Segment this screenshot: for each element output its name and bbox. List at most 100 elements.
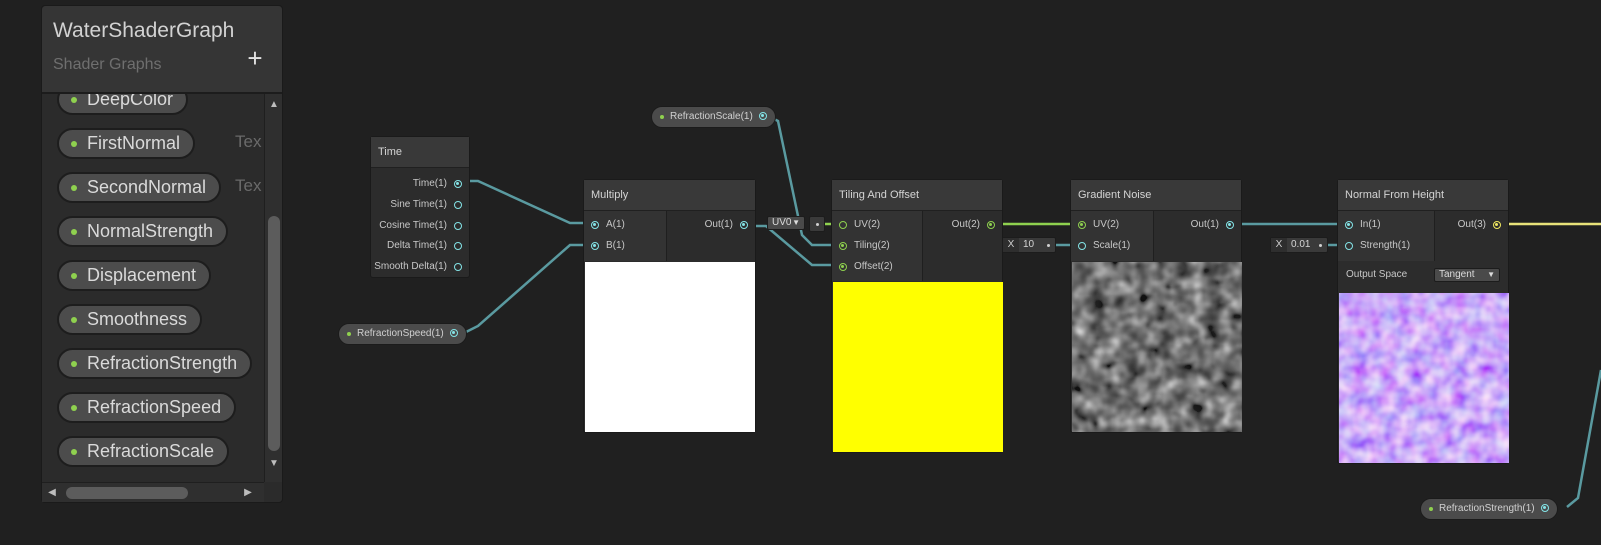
scale-input-field[interactable]: X 10 [1002, 237, 1056, 253]
output-port-icon[interactable] [740, 221, 748, 229]
input-port-icon[interactable] [1345, 242, 1353, 250]
uv-channel-value: UV0 [772, 217, 792, 228]
output-port-icon[interactable] [454, 263, 462, 271]
input-port-icon[interactable] [1078, 221, 1086, 229]
node-tiling-and-offset[interactable]: Tiling And Offset UV(2) Tiling(2) Offset… [831, 179, 1003, 453]
property-type: Tex [235, 132, 262, 151]
vertical-scrollbar[interactable]: ▲ ▼ [264, 94, 282, 482]
output-port-icon[interactable] [454, 242, 462, 250]
port-dot-icon [1317, 242, 1323, 248]
node-preview [1339, 293, 1509, 463]
node-preview [585, 262, 755, 432]
node-gradient-noise[interactable]: Gradient Noise UV(2) Scale(1) Out(1) [1070, 179, 1242, 433]
node-title: Tiling And Offset [832, 180, 1002, 211]
horizontal-scrollbar[interactable]: ◀ ▶ [42, 482, 264, 502]
blackboard-title: WaterShaderGraph [53, 19, 235, 42]
output-port-icon[interactable] [758, 112, 767, 120]
wire-strength-to-master [1566, 369, 1601, 508]
output-port-icon[interactable] [454, 201, 462, 209]
graph-property-refraction-speed[interactable]: RefractionSpeed(1) [338, 323, 467, 345]
property-refraction-strength[interactable]: RefractionStrength [57, 348, 253, 379]
graph-property-refraction-scale[interactable]: RefractionScale(1) [651, 106, 776, 128]
port-label: UV(2) [854, 219, 881, 230]
output-port-icon[interactable] [1226, 221, 1234, 229]
output-space-dropdown[interactable]: Tangent ▼ [1434, 268, 1500, 282]
node-time[interactable]: Time Time(1) Sine Time(1) Cosine Time(1)… [370, 136, 470, 278]
output-port-icon[interactable] [1493, 221, 1501, 229]
node-multiply[interactable]: Multiply A(1) B(1) Out(1) [583, 179, 756, 433]
vertical-scroll-thumb[interactable] [268, 216, 280, 451]
property-deep-color[interactable]: DeepColor [57, 94, 189, 115]
port-label: In(1) [1360, 219, 1381, 230]
uv-port-stub[interactable] [809, 216, 825, 232]
graph-property-refraction-strength[interactable]: RefractionStrength(1) [1420, 498, 1558, 520]
blackboard-subtitle: Shader Graphs [53, 56, 162, 73]
property-type: Tex [235, 176, 262, 195]
property-dot-icon [71, 273, 77, 279]
add-property-button[interactable]: + [243, 45, 267, 71]
scroll-left-icon[interactable]: ◀ [46, 487, 58, 499]
node-preview [1072, 262, 1242, 432]
input-port-icon[interactable] [1345, 221, 1353, 229]
input-port-icon[interactable] [839, 221, 847, 229]
property-label: Smoothness [87, 309, 188, 329]
property-label: NormalStrength [87, 221, 214, 241]
output-port-icon[interactable] [987, 221, 995, 229]
axis-label: X [1003, 238, 1019, 252]
port-label: Smooth Delta(1) [374, 261, 447, 272]
chevron-down-icon: ▼ [1487, 270, 1495, 279]
property-displacement[interactable]: Displacement [57, 260, 212, 291]
input-port-icon[interactable] [1078, 242, 1086, 250]
port-label: B(1) [606, 240, 625, 251]
node-normal-from-height[interactable]: Normal From Height In(1) Strength(1) Out… [1337, 179, 1509, 464]
node-title: Multiply [584, 180, 755, 211]
scale-value: 10 [1023, 239, 1035, 250]
port-label: Out(1) [1190, 219, 1219, 230]
port-label: Scale(1) [1093, 240, 1131, 251]
node-title: Gradient Noise [1071, 180, 1241, 211]
property-refraction-scale[interactable]: RefractionScale [57, 436, 230, 467]
uv-channel-dropdown[interactable]: UV0 ▼ [767, 216, 805, 230]
graph-property-label: RefractionSpeed(1) [357, 328, 444, 339]
property-dot-icon [71, 185, 77, 191]
graph-property-label: RefractionScale(1) [670, 111, 753, 122]
wire-time-to-a [460, 179, 590, 225]
port-label: Out(2) [951, 219, 980, 230]
property-normal-strength[interactable]: NormalStrength [57, 216, 229, 247]
port-label: Time(1) [412, 178, 447, 189]
input-port-icon[interactable] [591, 242, 599, 250]
graph-property-label: RefractionStrength(1) [1439, 503, 1535, 514]
input-port-icon[interactable] [591, 221, 599, 229]
strength-value: 0.01 [1291, 239, 1311, 250]
property-second-normal[interactable]: SecondNormal [57, 172, 222, 203]
property-smoothness[interactable]: Smoothness [57, 304, 203, 335]
horizontal-scroll-thumb[interactable] [66, 487, 188, 499]
port-dot-icon [814, 221, 820, 227]
output-port-icon[interactable] [1540, 504, 1549, 512]
input-port-icon[interactable] [839, 242, 847, 250]
property-label: SecondNormal [87, 177, 207, 197]
input-pane [584, 211, 666, 261]
property-refraction-speed[interactable]: RefractionSpeed [57, 392, 237, 423]
node-title: Time [371, 137, 469, 168]
strength-input-field[interactable]: X 0.01 [1270, 237, 1328, 253]
property-first-normal[interactable]: FirstNormal [57, 128, 195, 159]
property-label: RefractionSpeed [87, 397, 222, 417]
scroll-down-icon[interactable]: ▼ [268, 459, 280, 469]
axis-label: X [1271, 238, 1287, 252]
property-dot-icon [71, 449, 77, 455]
property-list: DeepColor FirstNormal Tex SecondNormal T… [42, 94, 264, 482]
output-port-icon[interactable] [449, 329, 458, 337]
scroll-up-icon[interactable]: ▲ [268, 100, 280, 110]
property-dot-icon [71, 141, 77, 147]
port-label: Sine Time(1) [390, 199, 447, 210]
scroll-right-icon[interactable]: ▶ [242, 487, 254, 499]
output-port-icon[interactable] [454, 180, 462, 188]
input-port-icon[interactable] [839, 263, 847, 271]
property-dot-icon [71, 97, 77, 103]
node-title: Normal From Height [1338, 180, 1508, 211]
pane-divider [666, 211, 667, 261]
output-port-icon[interactable] [454, 222, 462, 230]
property-dot-icon [660, 115, 664, 119]
property-label: Displacement [87, 265, 197, 285]
